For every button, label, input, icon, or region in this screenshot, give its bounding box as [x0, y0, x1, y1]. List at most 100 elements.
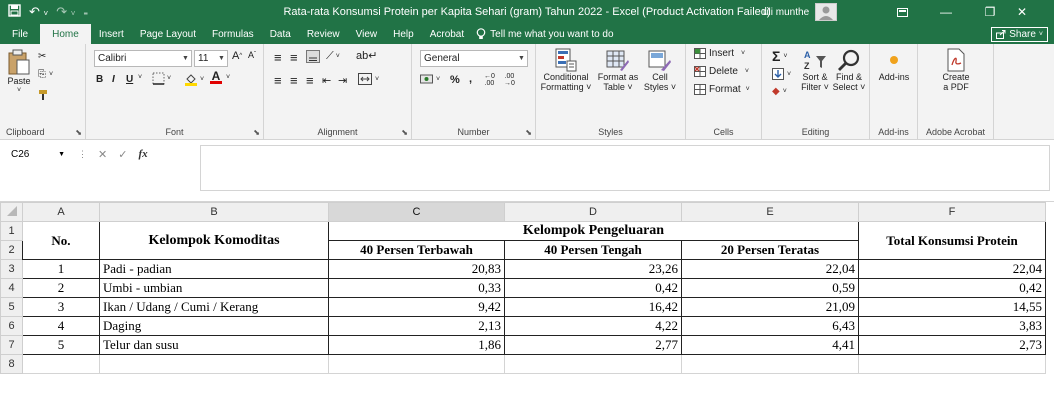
- column-header-c[interactable]: C: [328, 202, 505, 222]
- row-header-5[interactable]: 5: [0, 297, 23, 317]
- fill-icon[interactable]: ˅: [772, 68, 791, 80]
- cell-terbawah[interactable]: 2,13: [328, 316, 505, 336]
- cell-no[interactable]: 3: [22, 297, 100, 317]
- font-color-dropdown-icon[interactable]: ˅: [226, 74, 230, 81]
- cell-terbawah[interactable]: 20,83: [328, 259, 505, 279]
- tab-data[interactable]: Data: [262, 24, 299, 44]
- header-40-persen-terbawah[interactable]: 40 Persen Terbawah: [328, 240, 505, 260]
- header-no[interactable]: No.: [22, 221, 100, 260]
- cell-terbawah[interactable]: 9,42: [328, 297, 505, 317]
- row-header-3[interactable]: 3: [0, 259, 23, 279]
- align-center-icon[interactable]: ≡: [290, 73, 298, 88]
- copy-icon[interactable]: ⎘ ˅: [38, 69, 53, 80]
- italic-button[interactable]: I: [112, 74, 115, 85]
- header-total-konsumsi[interactable]: Total Konsumsi Protein: [858, 221, 1046, 260]
- autosum-icon[interactable]: Σ ˅: [772, 48, 788, 64]
- row-header-4[interactable]: 4: [0, 278, 23, 298]
- tab-review[interactable]: Review: [299, 24, 348, 44]
- tell-me-text[interactable]: Tell me what you want to do: [490, 29, 613, 40]
- cell-no[interactable]: 2: [22, 278, 100, 298]
- wrap-text-icon[interactable]: ab↵: [356, 49, 377, 62]
- comma-style-icon[interactable]: ,: [469, 73, 472, 85]
- borders-icon[interactable]: ˅: [152, 72, 171, 85]
- font-launcher-icon[interactable]: ⬊: [253, 128, 260, 137]
- tell-me-box[interactable]: Tell me what you want to do: [476, 28, 614, 40]
- insert-function-button[interactable]: fx: [138, 148, 147, 160]
- align-top-icon[interactable]: ≡: [274, 50, 282, 65]
- formula-input[interactable]: [200, 145, 1050, 191]
- cell-komoditas[interactable]: Umbi - umbian: [99, 278, 329, 298]
- account-area[interactable]: uli munthe: [763, 0, 838, 24]
- share-button[interactable]: Share ˅: [991, 27, 1048, 42]
- cell-total[interactable]: 14,55: [858, 297, 1046, 317]
- format-as-table-button[interactable]: Format as Table ˅: [596, 48, 640, 92]
- underline-dropdown-icon[interactable]: ˅: [138, 74, 142, 81]
- underline-button[interactable]: U: [126, 74, 133, 85]
- header-40-persen-tengah[interactable]: 40 Persen Tengah: [504, 240, 682, 260]
- empty-cell[interactable]: [858, 354, 1046, 374]
- tab-insert[interactable]: Insert: [91, 24, 132, 44]
- font-name-select[interactable]: Calibri ▼: [94, 50, 192, 67]
- insert-cells-button[interactable]: Insert ˅: [694, 48, 745, 59]
- empty-cell[interactable]: [99, 354, 329, 374]
- tab-file[interactable]: File: [0, 24, 40, 44]
- increase-indent-icon[interactable]: ⇥: [338, 74, 347, 87]
- align-left-icon[interactable]: ≡: [274, 73, 282, 88]
- align-middle-icon[interactable]: ≡: [290, 50, 298, 65]
- cell-komoditas[interactable]: Telur dan susu: [99, 335, 329, 355]
- cell-styles-button[interactable]: Cell Styles ˅: [640, 48, 680, 92]
- undo-icon[interactable]: ↶ ˅: [29, 4, 48, 20]
- format-cells-button[interactable]: Format ˅: [694, 84, 750, 95]
- cell-komoditas[interactable]: Padi - padian: [99, 259, 329, 279]
- name-box[interactable]: C26 ▼: [7, 145, 69, 163]
- cell-tengah[interactable]: 23,26: [504, 259, 682, 279]
- empty-cell[interactable]: [328, 354, 505, 374]
- share-label[interactable]: Share: [1009, 29, 1036, 40]
- row-header-7[interactable]: 7: [0, 335, 23, 355]
- tab-page-layout[interactable]: Page Layout: [132, 24, 204, 44]
- row-header-2[interactable]: 2: [0, 240, 23, 260]
- font-size-select[interactable]: 11 ▼: [194, 50, 228, 67]
- clipboard-launcher-icon[interactable]: ⬊: [75, 128, 82, 137]
- cell-tengah[interactable]: 4,22: [504, 316, 682, 336]
- cut-icon[interactable]: ✂: [38, 51, 46, 62]
- find-select-button[interactable]: Find & Select ˅: [832, 48, 866, 92]
- cell-terbawah[interactable]: 0,33: [328, 278, 505, 298]
- cell-teratas[interactable]: 6,43: [681, 316, 859, 336]
- cell-total[interactable]: 0,42: [858, 278, 1046, 298]
- empty-cell[interactable]: [504, 354, 682, 374]
- chevron-down-icon[interactable]: ▼: [58, 151, 65, 158]
- column-header-b[interactable]: B: [99, 202, 329, 222]
- column-header-a[interactable]: A: [22, 202, 100, 222]
- restore-icon[interactable]: ❐: [968, 0, 1012, 24]
- tab-view[interactable]: View: [348, 24, 386, 44]
- empty-cell[interactable]: [681, 354, 859, 374]
- cell-total[interactable]: 2,73: [858, 335, 1046, 355]
- cell-teratas[interactable]: 21,09: [681, 297, 859, 317]
- number-format-select[interactable]: General ▼: [420, 50, 528, 67]
- fill-color-icon[interactable]: ˅: [184, 72, 204, 86]
- cell-no[interactable]: 5: [22, 335, 100, 355]
- addins-button[interactable]: Add-ins: [873, 48, 915, 82]
- increase-decimal-icon[interactable]: ←0.00: [484, 73, 495, 87]
- customize-qat-icon[interactable]: ₌: [83, 7, 88, 18]
- tab-formulas[interactable]: Formulas: [204, 24, 262, 44]
- cell-no[interactable]: 4: [22, 316, 100, 336]
- decrease-font-icon[interactable]: Aˇ: [248, 50, 256, 60]
- cell-total[interactable]: 22,04: [858, 259, 1046, 279]
- header-kelompok-komoditas[interactable]: Kelompok Komoditas: [99, 221, 329, 260]
- tab-acrobat[interactable]: Acrobat: [422, 24, 472, 44]
- enter-icon[interactable]: ✓: [118, 148, 127, 161]
- save-icon[interactable]: [8, 4, 21, 20]
- redo-icon[interactable]: ↷ ˅: [56, 4, 75, 20]
- merge-center-icon[interactable]: ˅: [358, 73, 379, 85]
- row-header-6[interactable]: 6: [0, 316, 23, 336]
- cell-teratas[interactable]: 22,04: [681, 259, 859, 279]
- number-launcher-icon[interactable]: ⬊: [525, 128, 532, 137]
- minimize-icon[interactable]: —: [924, 0, 968, 24]
- sort-filter-button[interactable]: AZ Sort & Filter ˅: [800, 48, 830, 92]
- paste-button[interactable]: Paste ˅: [4, 48, 34, 96]
- orientation-icon[interactable]: ⟋ ˅: [326, 50, 340, 63]
- align-right-icon[interactable]: ≡: [306, 73, 314, 88]
- align-bottom-icon[interactable]: [306, 50, 320, 63]
